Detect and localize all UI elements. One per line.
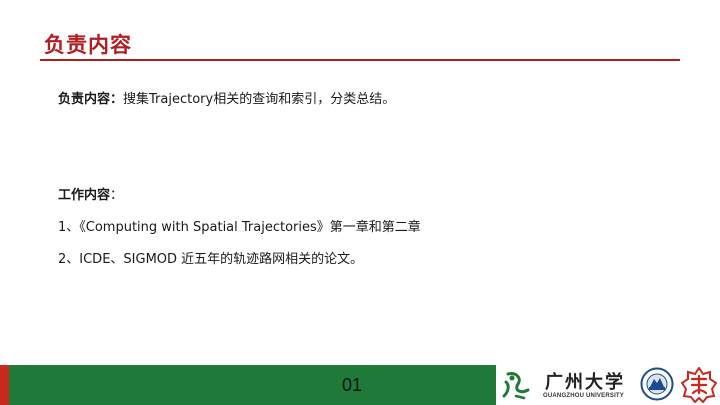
- responsibility-label: 负责内容：: [58, 92, 124, 107]
- responsibility-text: 搜集Trajectory相关的查询和索引，分类总结。: [123, 92, 396, 107]
- title-divider: [40, 59, 680, 61]
- slide-title: 负责内容: [44, 33, 132, 57]
- responsibility-line: 负责内容：搜集Trajectory相关的查询和索引，分类总结。: [58, 88, 395, 107]
- work-label: 工作内容: [58, 188, 111, 203]
- department-badge-icon: [681, 367, 717, 403]
- page-number: 01: [342, 375, 363, 395]
- university-seal-icon: [640, 367, 674, 401]
- university-name-cn: 广州大学: [545, 372, 625, 393]
- work-heading: 工作内容：: [58, 184, 123, 203]
- university-name-en: GUANGZHOU UNIVERSITY: [543, 393, 625, 399]
- work-item-1: 1、《Computing with Spatial Trajectories》第…: [58, 220, 421, 235]
- work-colon: ：: [110, 188, 124, 203]
- work-item-2: 2、ICDE、SIGMOD 近五年的轨迹路网相关的论文。: [58, 252, 364, 267]
- university-emblem-icon: [502, 372, 530, 400]
- footer-accent-stripe: [0, 365, 9, 405]
